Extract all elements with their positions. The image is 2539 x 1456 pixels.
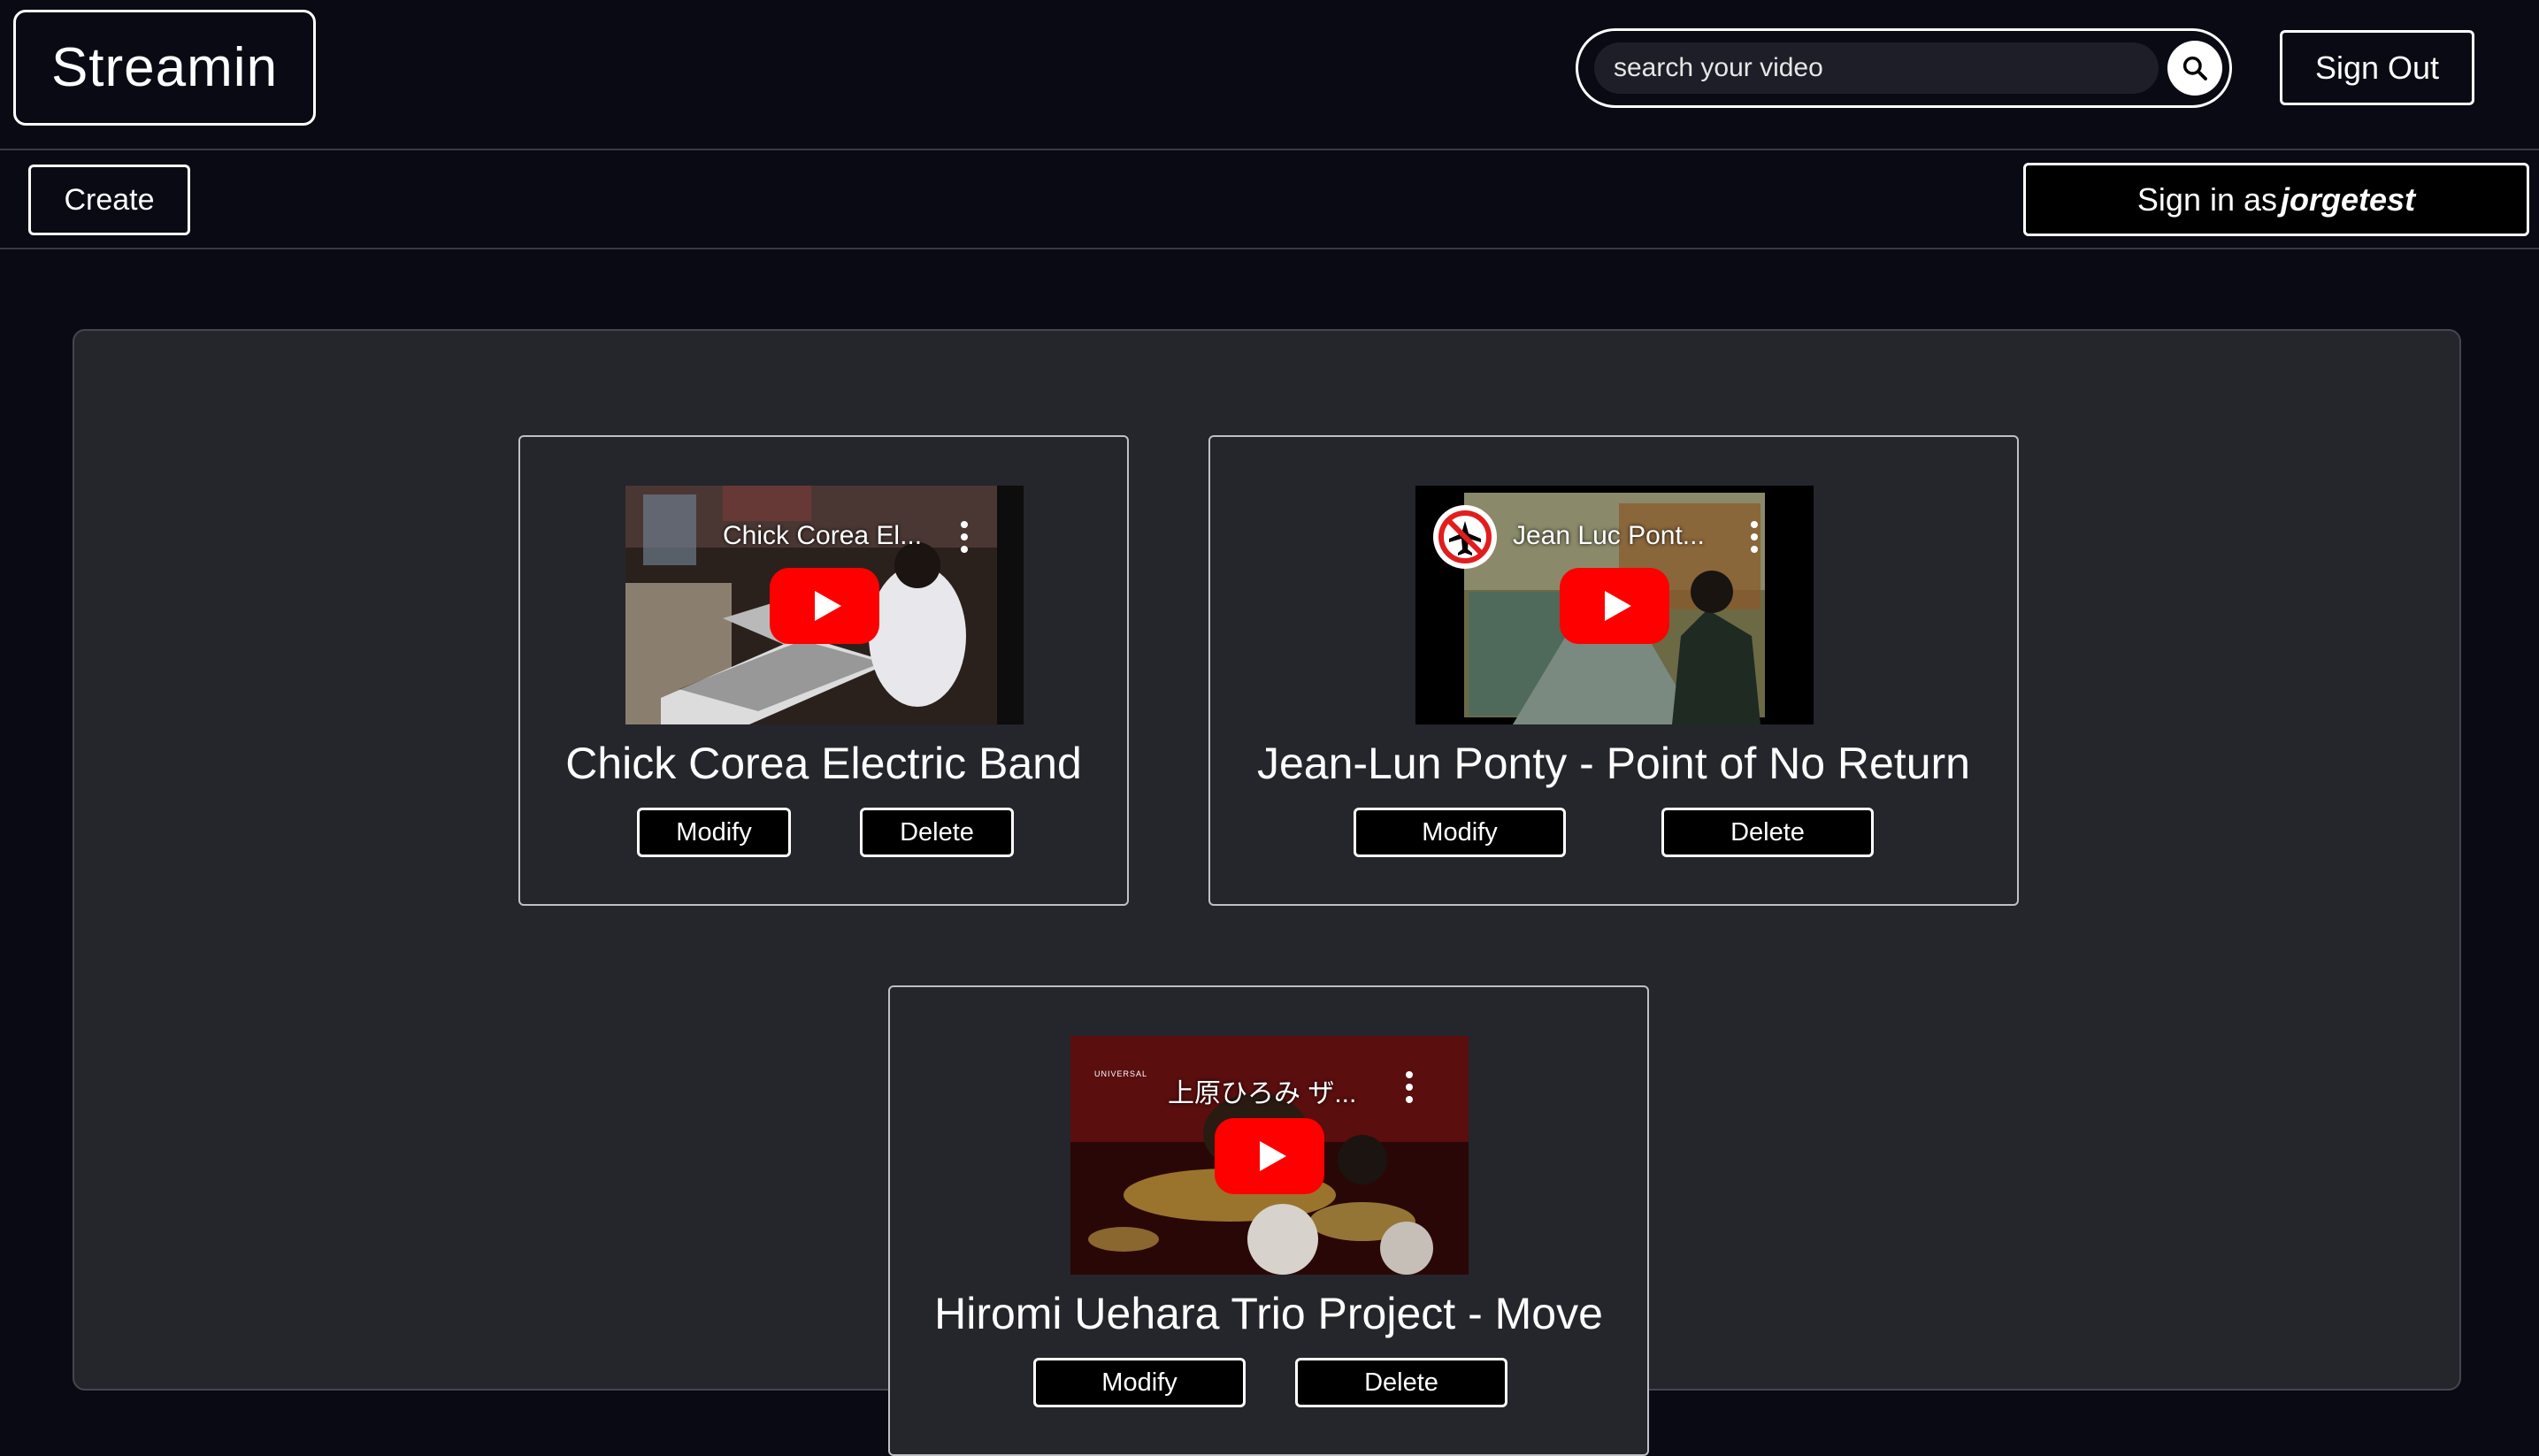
thumbnail-title: Jean Luc Pont... — [1513, 521, 1705, 550]
more-vertical-icon[interactable] — [1750, 521, 1759, 553]
play-icon — [1605, 591, 1631, 621]
signed-in-indicator: Sign in as jorgetest — [2023, 163, 2529, 236]
signed-in-username: jorgetest — [2281, 180, 2416, 218]
sign-out-button[interactable]: Sign Out — [2280, 30, 2474, 105]
no-flight-icon — [1438, 510, 1492, 563]
brand-name: Streamin — [50, 37, 279, 98]
top-header: Streamin Sign Out — [0, 0, 2539, 150]
create-button[interactable]: Create — [28, 165, 190, 235]
delete-button[interactable]: Delete — [860, 808, 1014, 857]
delete-button[interactable]: Delete — [1295, 1358, 1507, 1407]
play-button[interactable] — [1560, 568, 1669, 644]
play-icon — [815, 591, 841, 621]
more-vertical-icon[interactable] — [960, 521, 969, 553]
thumbnail-title: 上原ひろみ ザ... — [1168, 1079, 1357, 1108]
play-icon — [1260, 1141, 1286, 1171]
signed-in-prefix: Sign in as — [2136, 180, 2278, 218]
more-vertical-icon[interactable] — [1405, 1071, 1414, 1103]
video-title: Chick Corea Electric Band — [565, 739, 1082, 788]
modify-button[interactable]: Modify — [637, 808, 791, 857]
play-button[interactable] — [1215, 1118, 1324, 1194]
video-embed[interactable]: Jean Luc Pont... — [1415, 486, 1814, 724]
brand-logo[interactable]: Streamin — [13, 10, 316, 126]
modify-button[interactable]: Modify — [1033, 1358, 1246, 1407]
video-embed[interactable]: Chick Corea El... — [625, 486, 1024, 724]
video-card: UNIVERSAL 上原ひろみ ザ... Hiromi Uehara Trio … — [888, 985, 1649, 1456]
video-card: Chick Corea El... Chick Corea Electric B… — [518, 435, 1129, 906]
video-title: Hiromi Uehara Trio Project - Move — [934, 1289, 1603, 1338]
video-title: Jean-Lun Ponty - Point of No Return — [1256, 739, 1970, 788]
video-embed[interactable]: UNIVERSAL 上原ひろみ ザ... — [1070, 1036, 1469, 1275]
delete-button[interactable]: Delete — [1661, 808, 1874, 857]
play-button[interactable] — [770, 568, 879, 644]
video-card: Jean Luc Pont... Jean-Lun Ponty - Point … — [1208, 435, 2019, 906]
channel-logo[interactable]: UNIVERSAL — [1090, 1069, 1152, 1078]
video-list-panel: Chick Corea El... Chick Corea Electric B… — [73, 329, 2461, 1456]
search-button[interactable] — [2167, 41, 2222, 96]
modify-button[interactable]: Modify — [1354, 808, 1566, 857]
search-input[interactable] — [1594, 42, 2159, 94]
thumbnail-title: Chick Corea El... — [723, 521, 923, 550]
action-bar: Create Sign in as jorgetest — [0, 150, 2539, 249]
search-bar — [1576, 28, 2232, 108]
search-icon — [2182, 56, 2207, 80]
channel-avatar[interactable] — [1433, 505, 1497, 569]
